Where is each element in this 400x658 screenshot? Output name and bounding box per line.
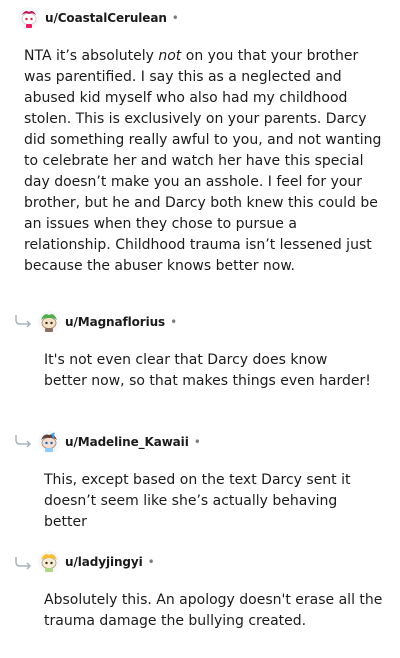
separator-dot: • [171, 11, 179, 25]
avatar[interactable] [38, 431, 60, 453]
comment-header: u/CoastalCerulean • [18, 6, 179, 30]
separator-dot: • [147, 555, 155, 569]
separator-dot: • [170, 315, 178, 329]
username[interactable]: u/Madeline_Kawaii [65, 435, 189, 449]
comment-header: u/Magnaflorius • [38, 310, 177, 334]
avatar[interactable] [38, 551, 60, 573]
reply-arrow-icon [15, 435, 32, 448]
comment-header: u/Madeline_Kawaii • [38, 430, 201, 454]
comment-body: NTA it’s absolutely not on you that your… [24, 46, 382, 277]
comment-body: Absolutely this. An apology doesn't eras… [44, 592, 383, 629]
username[interactable]: u/CoastalCerulean [45, 11, 167, 25]
reply-arrow-icon [15, 315, 32, 328]
comment-text: on you that your brother was parentified… [24, 48, 382, 274]
avatar[interactable] [18, 7, 40, 29]
comment-body: It's not even clear that Darcy does know… [44, 352, 371, 389]
emphasis-text: not [158, 48, 182, 64]
username[interactable]: u/ladyjingyi [65, 555, 143, 569]
comment-header: u/ladyjingyi • [38, 550, 155, 574]
username[interactable]: u/Magnaflorius [65, 315, 165, 329]
comment-text: NTA it’s absolutely [24, 48, 159, 64]
reply-arrow-icon [15, 557, 32, 570]
separator-dot: • [193, 435, 201, 449]
comment-body: This, except based on the text Darcy sen… [44, 472, 351, 530]
avatar[interactable] [38, 311, 60, 333]
